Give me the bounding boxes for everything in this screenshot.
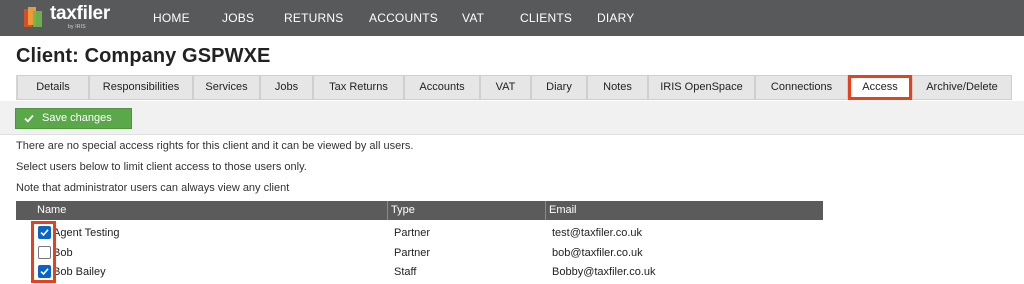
logo-subtext: by IRIS (68, 24, 86, 30)
tab-tax-returns[interactable]: Tax Returns (313, 75, 404, 100)
nav-returns[interactable]: RETURNS (284, 10, 343, 26)
action-toolbar (0, 101, 1024, 135)
nav-jobs[interactable]: JOBS (222, 10, 254, 26)
column-header-name[interactable]: Name (37, 201, 66, 220)
top-nav-bar: taxfiler by IRIS HOME JOBS RETURNS ACCOU… (0, 0, 1024, 36)
taxfiler-logo-icon (24, 7, 42, 27)
logo-text: taxfiler (50, 3, 110, 24)
nav-accounts[interactable]: ACCOUNTS (369, 10, 438, 26)
user-type: Staff (394, 266, 417, 278)
nav-diary[interactable]: DIARY (597, 10, 634, 26)
tab-iris-openspace[interactable]: IRIS OpenSpace (648, 75, 755, 100)
access-info-line-2: Select users below to limit client acces… (16, 161, 307, 173)
tab-vat[interactable]: VAT (480, 75, 531, 100)
user-email: bob@taxfiler.co.uk (552, 247, 643, 259)
nav-vat[interactable]: VAT (462, 10, 484, 26)
taxfiler-logo[interactable]: taxfiler by IRIS (22, 3, 132, 33)
check-icon (24, 114, 34, 123)
nav-home[interactable]: HOME (153, 10, 190, 26)
tab-connections[interactable]: Connections (755, 75, 848, 100)
column-divider (545, 201, 546, 220)
column-divider (387, 201, 388, 220)
tab-access[interactable]: Access (848, 75, 912, 100)
user-email: Bobby@taxfiler.co.uk (552, 266, 656, 278)
tab-accounts[interactable]: Accounts (404, 75, 480, 100)
column-header-type[interactable]: Type (391, 201, 415, 220)
access-info-line-1: There are no special access rights for t… (16, 140, 414, 152)
save-changes-label: Save changes (42, 112, 112, 124)
user-name: Agent Testing (53, 227, 120, 239)
user-email: test@taxfiler.co.uk (552, 227, 643, 239)
tab-archive-delete[interactable]: Archive/Delete (912, 75, 1012, 100)
column-header-email[interactable]: Email (549, 201, 577, 220)
checkbox-highlight-box (31, 221, 56, 283)
user-name: Bob Bailey (53, 266, 106, 278)
nav-clients[interactable]: CLIENTS (520, 10, 572, 26)
tab-jobs[interactable]: Jobs (260, 75, 313, 100)
tab-details[interactable]: Details (17, 75, 89, 100)
tab-diary[interactable]: Diary (531, 75, 587, 100)
tab-responsibilities[interactable]: Responsibilities (89, 75, 193, 100)
tab-services[interactable]: Services (193, 75, 260, 100)
save-changes-button[interactable]: Save changes (15, 108, 132, 129)
user-type: Partner (394, 227, 431, 239)
access-info-line-3: Note that administrator users can always… (16, 182, 290, 194)
tab-notes[interactable]: Notes (587, 75, 648, 100)
users-table-header (16, 201, 823, 220)
page-title: Client: Company GSPWXE (16, 45, 271, 67)
user-type: Partner (394, 247, 431, 259)
